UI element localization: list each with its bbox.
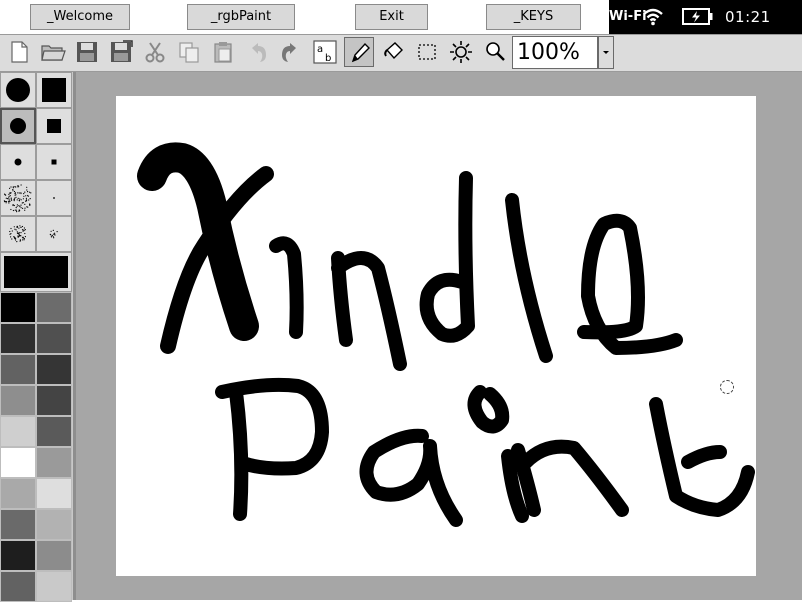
wifi-icon [642, 5, 664, 31]
color-swatch[interactable] [0, 416, 36, 447]
pencil-icon[interactable] [344, 37, 374, 67]
brush-cursor [720, 380, 734, 394]
color-swatch[interactable] [36, 509, 72, 540]
save-as-icon[interactable] [106, 37, 136, 67]
tool-palette [0, 72, 73, 602]
color-swatch[interactable] [0, 540, 36, 571]
welcome-osd-button[interactable]: _Welcome OSD [30, 4, 130, 48]
brush-round-small[interactable] [0, 144, 36, 180]
color-swatch[interactable] [0, 447, 36, 478]
rgbpaint-focus-button[interactable]: _rgbPaint (focus) [187, 4, 295, 48]
osd-bar: _Welcome OSD _rgbPaint (focus) Exit _KEY… [0, 0, 802, 48]
color-swatch[interactable] [36, 323, 72, 354]
current-color-well[interactable] [0, 252, 72, 292]
chevron-down-icon [603, 51, 609, 54]
color-swatch[interactable] [0, 292, 36, 323]
new-file-icon[interactable] [4, 37, 34, 67]
wifi-label: Wi-Fi [609, 9, 647, 24]
color-swatch[interactable] [0, 571, 36, 602]
zoom-dropdown-button[interactable] [598, 36, 614, 69]
current-color-swatch [4, 256, 68, 288]
save-icon[interactable] [72, 37, 102, 67]
color-swatch[interactable] [0, 323, 36, 354]
color-swatch[interactable] [36, 478, 72, 509]
zoom-level-input[interactable]: 100% [512, 36, 598, 69]
fill-bucket-icon[interactable] [378, 37, 408, 67]
brush-spray-small[interactable] [36, 180, 72, 216]
color-swatch[interactable] [36, 447, 72, 478]
color-swatch[interactable] [36, 385, 72, 416]
status-bar: Wi-Fi 01:21 [609, 0, 802, 34]
brush-spray-medium[interactable] [0, 216, 36, 252]
keys-toggle-button[interactable]: _KEYS (toggle) [486, 4, 581, 48]
zoom-icon[interactable] [480, 37, 510, 67]
exit-button[interactable]: Exit [355, 4, 428, 30]
brush-square-large[interactable] [36, 72, 72, 108]
color-swatch[interactable] [36, 354, 72, 385]
toolbar: ab 100% [0, 34, 802, 72]
svg-text:a: a [317, 44, 323, 55]
clock: 01:21 [725, 8, 771, 26]
open-folder-icon[interactable] [38, 37, 68, 67]
redo-icon[interactable] [276, 37, 306, 67]
color-swatch[interactable] [36, 416, 72, 447]
color-swatch[interactable] [36, 540, 72, 571]
battery-charging-icon [682, 8, 714, 30]
text-icon[interactable]: ab [310, 37, 340, 67]
color-swatch[interactable] [36, 571, 72, 602]
copy-icon[interactable] [174, 37, 204, 67]
brush-round-large[interactable] [0, 72, 36, 108]
color-swatch[interactable] [36, 292, 72, 323]
brush-spray-tiny[interactable] [36, 216, 72, 252]
paste-icon[interactable] [208, 37, 238, 67]
drawing-canvas[interactable] [116, 96, 756, 576]
brightness-icon[interactable] [446, 37, 476, 67]
color-swatch[interactable] [0, 385, 36, 416]
brush-spray-large[interactable] [0, 180, 36, 216]
color-swatch[interactable] [0, 478, 36, 509]
brush-round-medium[interactable] [0, 108, 36, 144]
undo-icon[interactable] [242, 37, 272, 67]
brush-square-medium[interactable] [36, 108, 72, 144]
color-swatch[interactable] [0, 509, 36, 540]
cut-icon[interactable] [140, 37, 170, 67]
hand-drawn-kindle-paint [137, 142, 755, 527]
color-swatch[interactable] [0, 354, 36, 385]
brush-square-small[interactable] [36, 144, 72, 180]
rect-select-icon[interactable] [412, 37, 442, 67]
svg-text:b: b [325, 53, 331, 64]
